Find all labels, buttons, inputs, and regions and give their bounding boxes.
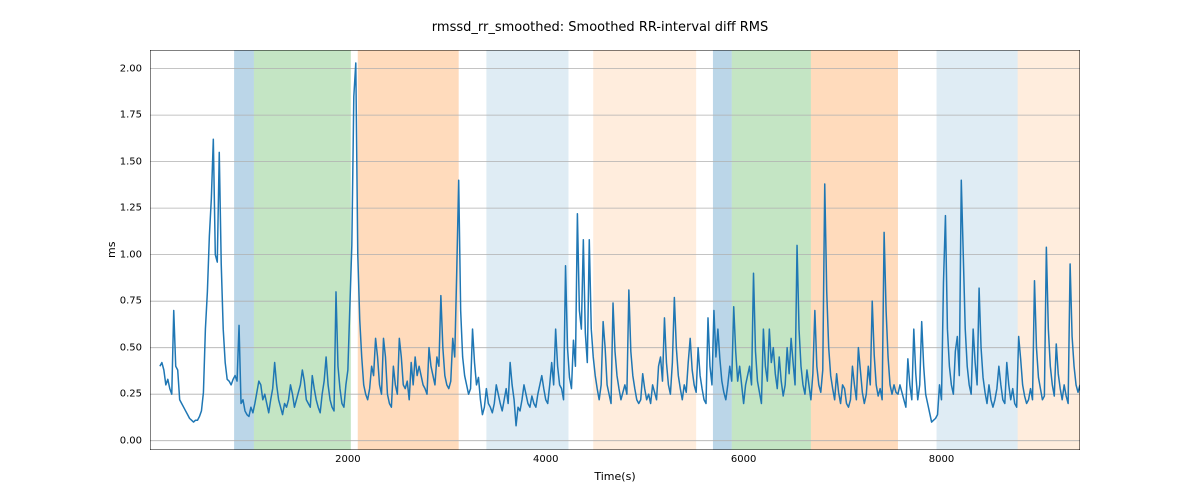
chart-figure: rmssd_rr_smoothed: Smoothed RR-interval … [0,0,1200,500]
x-axis-label: Time(s) [150,470,1080,483]
background-band [713,50,732,450]
y-tick-label: 0.25 [102,389,142,400]
y-tick-label: 0.75 [102,296,142,307]
plot-axes [150,50,1080,450]
background-band [486,50,568,450]
x-tick-label: 4000 [526,454,566,465]
background-band [732,50,811,450]
background-band [234,50,254,450]
y-tick-label: 1.25 [102,203,142,214]
y-tick-label: 0.00 [102,435,142,446]
background-band [1018,50,1080,450]
x-tick-label: 2000 [328,454,368,465]
plot-svg [150,50,1080,450]
y-tick-label: 0.50 [102,342,142,353]
chart-title: rmssd_rr_smoothed: Smoothed RR-interval … [0,20,1200,35]
y-tick-label: 1.00 [102,249,142,260]
y-tick-label: 1.75 [102,110,142,121]
background-band [254,50,351,450]
x-tick-label: 6000 [724,454,764,465]
y-tick-label: 2.00 [102,63,142,74]
y-tick-label: 1.50 [102,156,142,167]
x-tick-label: 8000 [921,454,961,465]
